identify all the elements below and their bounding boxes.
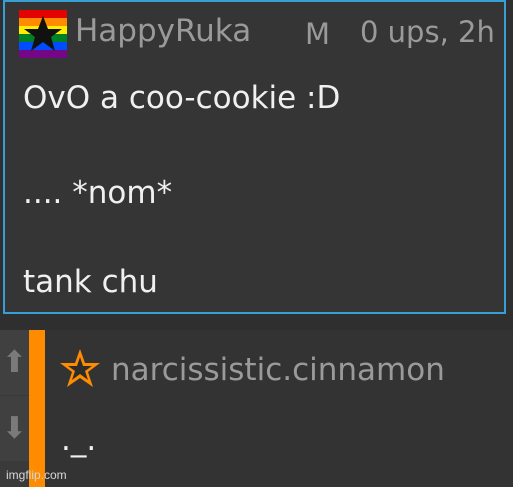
comment-meta: 0 ups, 2h <box>360 15 495 49</box>
comment-card: narcissistic.cinnamon ._. <box>45 330 513 487</box>
comment-accent-bar <box>29 330 45 487</box>
rainbow-star-flag-icon[interactable] <box>19 10 67 58</box>
upvote-arrow-icon[interactable]: ⬆ <box>0 330 29 396</box>
comment-text-line: OvO a coo-cookie :D <box>23 80 341 116</box>
comment-card: HappyRuka M 0 ups, 2h OvO a coo-cookie :… <box>3 0 506 314</box>
comment-text: ._. <box>61 422 97 458</box>
comment-text-line: tank chu <box>23 264 158 300</box>
comment-thread: HappyRuka M 0 ups, 2h OvO a coo-cookie :… <box>0 0 513 487</box>
comment-divider <box>0 314 513 330</box>
downvote-arrow-icon[interactable]: ⬇ <box>0 396 29 462</box>
username[interactable]: narcissistic.cinnamon <box>111 355 445 386</box>
user-flair: M <box>305 17 331 51</box>
watermark: imgflip.com <box>6 468 67 482</box>
username[interactable]: HappyRuka <box>75 16 251 47</box>
vote-controls: ⬆ ⬇ <box>0 330 29 487</box>
comment-text-line: .... *nom* <box>23 175 173 211</box>
orange-star-icon[interactable] <box>59 347 101 389</box>
